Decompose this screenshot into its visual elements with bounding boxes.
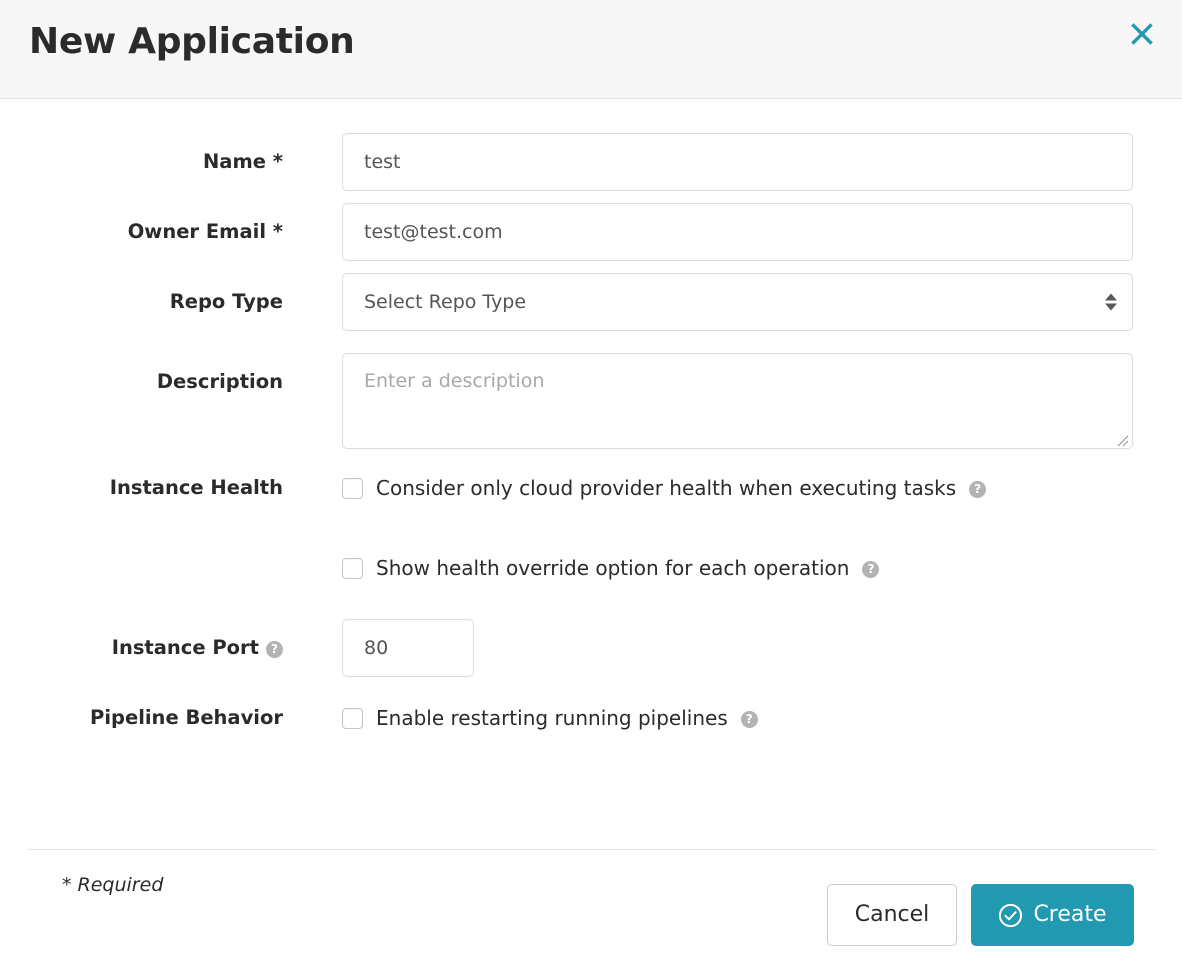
checkbox-row-restart-pipelines: Enable restarting running pipelines ? (342, 707, 758, 729)
footer-actions: Cancel Create (827, 884, 1134, 946)
create-button-label: Create (1033, 902, 1107, 927)
form-row-health-override: Show health override option for each ope… (0, 557, 1182, 579)
form-row-repo-type: Repo Type Select Repo Type (0, 273, 1182, 331)
form-row-name: Name * (0, 133, 1182, 191)
label-owner-email: Owner Email * (127, 220, 283, 244)
instance-port-help-icon[interactable]: ? (266, 640, 283, 658)
health-override-help-icon[interactable]: ? (862, 560, 880, 578)
restart-pipelines-label: Enable restarting running pipelines (376, 706, 728, 730)
label-instance-health: Instance Health (109, 476, 283, 500)
field-description-wrap (342, 353, 1133, 449)
cloud-provider-health-checkbox[interactable] (342, 477, 363, 499)
repo-type-select-wrap: Select Repo Type (342, 273, 1133, 331)
close-icon (1129, 21, 1155, 47)
new-application-dialog: New Application Name * Owner Email * (0, 0, 1182, 970)
form-row-pipeline-behavior: Pipeline Behavior Enable restarting runn… (0, 707, 1182, 729)
cancel-button[interactable]: Cancel (827, 884, 957, 946)
checkbox-row-cloud-provider-health: Consider only cloud provider health when… (342, 476, 987, 500)
instance-port-input[interactable] (342, 619, 474, 677)
checkbox-row-health-override: Show health override option for each ope… (342, 556, 880, 580)
label-instance-port-wrap: Instance Port ? (0, 619, 283, 677)
footer-divider (27, 849, 1155, 850)
label-pipeline-behavior: Pipeline Behavior (90, 706, 283, 730)
field-repo-type-wrap: Select Repo Type (342, 273, 1133, 331)
name-input[interactable] (342, 133, 1133, 191)
page-title: New Application (29, 21, 355, 62)
health-override-label: Show health override option for each ope… (376, 556, 850, 580)
form-row-instance-port: Instance Port ? (0, 619, 1182, 677)
label-name: Name * (202, 150, 283, 174)
form-row-instance-health: Instance Health Consider only cloud prov… (0, 477, 1182, 499)
owner-email-input[interactable] (342, 203, 1133, 261)
health-override-checkbox[interactable] (342, 557, 363, 579)
label-health-override-spacer (0, 557, 283, 579)
dialog-footer: Cancel Create (0, 849, 1182, 970)
label-repo-type: Repo Type (169, 290, 283, 314)
field-name-wrap (342, 133, 1133, 191)
form-row-owner-email: Owner Email * (0, 203, 1182, 261)
restart-pipelines-help-icon[interactable]: ? (740, 710, 758, 728)
cloud-provider-health-label: Consider only cloud provider health when… (376, 476, 957, 500)
dialog-header: New Application (0, 0, 1182, 99)
field-owner-email-wrap (342, 203, 1133, 261)
close-button[interactable] (1122, 14, 1162, 54)
form-row-description: Description (0, 353, 1182, 449)
field-instance-health-wrap: Consider only cloud provider health when… (342, 476, 987, 500)
field-health-override-wrap: Show health override option for each ope… (342, 556, 880, 580)
create-button[interactable]: Create (971, 884, 1134, 946)
field-instance-port-wrap (342, 619, 474, 677)
description-textarea-wrap (342, 353, 1133, 449)
repo-type-select[interactable]: Select Repo Type (342, 273, 1133, 331)
cloud-provider-health-help-icon[interactable]: ? (969, 480, 987, 498)
restart-pipelines-checkbox[interactable] (342, 707, 363, 729)
description-textarea[interactable] (342, 353, 1133, 449)
check-circle-icon (998, 903, 1023, 928)
dialog-body: Name * Owner Email * Repo Type Select Re… (0, 99, 1182, 970)
label-instance-port: Instance Port (111, 636, 259, 660)
label-description: Description (156, 370, 283, 394)
repo-type-selected-value: Select Repo Type (364, 291, 527, 313)
field-pipeline-behavior-wrap: Enable restarting running pipelines ? (342, 707, 758, 729)
